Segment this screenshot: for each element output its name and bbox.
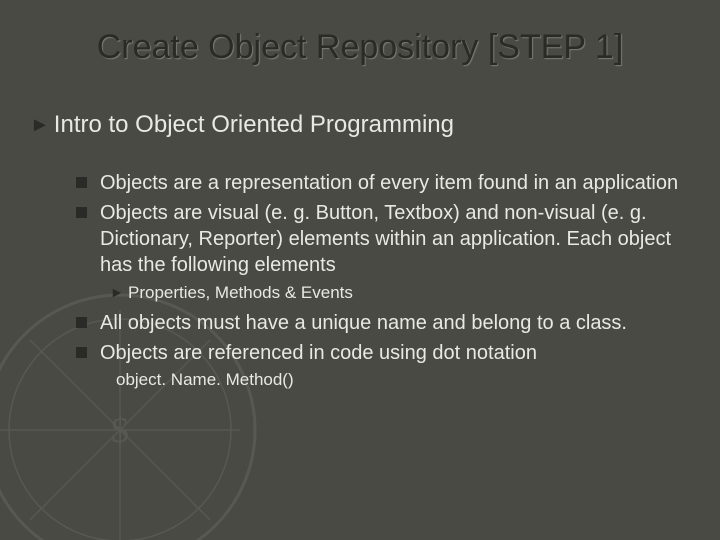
slide-title: Create Object Repository [STEP 1] (0, 28, 720, 67)
svg-text:$: $ (111, 410, 129, 450)
sub-bullet-item: ► Properties, Methods & Events (110, 282, 700, 304)
square-bullet-icon (76, 347, 87, 358)
bullet-list: Objects are a representation of every it… (76, 170, 700, 390)
bullet-text: All objects must have a unique name and … (100, 312, 627, 334)
square-bullet-icon (76, 317, 87, 328)
square-bullet-icon (76, 207, 87, 218)
bullet-text: Objects are a representation of every it… (100, 172, 678, 194)
bullet-item: Objects are a representation of every it… (76, 170, 700, 196)
triangle-bullet-icon: ► (30, 113, 50, 138)
heading-text: Intro to Object Oriented Programming (54, 111, 454, 138)
bullet-item: Objects are referenced in code using dot… (76, 340, 700, 366)
bullet-text: Objects are referenced in code using dot… (100, 342, 537, 364)
slide-body: ►Intro to Object Oriented Programming Ob… (30, 110, 700, 390)
bullet-text: Objects are visual (e. g. Button, Textbo… (100, 202, 671, 276)
triangle-bullet-icon: ► (110, 283, 124, 301)
heading-line: ►Intro to Object Oriented Programming (30, 110, 700, 140)
slide: $ Create Object Repository [STEP 1] ►Int… (0, 0, 720, 540)
bullet-item: Objects are visual (e. g. Button, Textbo… (76, 200, 700, 278)
bullet-item: All objects must have a unique name and … (76, 310, 700, 336)
sub-bullet-text: Properties, Methods & Events (128, 283, 353, 302)
square-bullet-icon (76, 177, 87, 188)
code-example: object. Name. Method() (116, 370, 700, 390)
